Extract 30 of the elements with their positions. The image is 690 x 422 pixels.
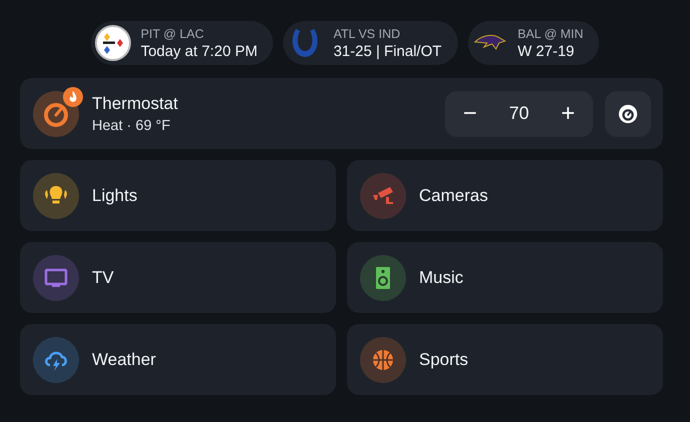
tile-label: Music	[419, 268, 464, 288]
tile-label: Weather	[92, 350, 156, 370]
thermostat-name: Thermostat	[92, 94, 178, 114]
game-chip[interactable]: ATL VS IND 31-25 | Final/OT	[283, 21, 458, 65]
matchup-label: PIT @ LAC	[140, 26, 205, 43]
mode-button[interactable]	[605, 90, 651, 136]
gauge-icon	[617, 102, 639, 124]
thermostat-status: Heat · 69 °F	[92, 118, 172, 134]
increase-button[interactable]: +	[549, 94, 587, 134]
thermostat-card[interactable]: Thermostat Heat · 69 °F − 70 +	[20, 78, 663, 149]
game-chip[interactable]: PIT @ LAC Today at 7:20 PM	[90, 21, 274, 65]
setpoint-value: 70	[508, 103, 530, 124]
tile-label: Sports	[419, 350, 468, 370]
category-tile[interactable]: TV	[20, 242, 336, 313]
tile-label: TV	[92, 268, 114, 288]
team-logo-icon	[94, 25, 131, 61]
game-status: 31-25 | Final/OT	[333, 43, 442, 60]
matchup-label: BAL @ MIN	[518, 26, 584, 43]
category-tile[interactable]: Lights	[20, 160, 336, 231]
matchup-label: ATL VS IND	[333, 26, 402, 43]
category-tile[interactable]: Music	[347, 242, 663, 313]
decrease-button[interactable]: −	[451, 94, 489, 134]
game-status: W 27-19	[518, 43, 576, 60]
tile-label: Cameras	[419, 186, 488, 206]
category-tile[interactable]: Sports	[347, 324, 663, 395]
category-tile[interactable]: Weather	[20, 324, 336, 395]
game-chip[interactable]: BAL @ MIN W 27-19	[468, 21, 600, 65]
game-status: Today at 7:20 PM	[140, 43, 258, 60]
tile-label: Lights	[92, 186, 138, 206]
category-tile[interactable]: Cameras	[347, 160, 663, 231]
